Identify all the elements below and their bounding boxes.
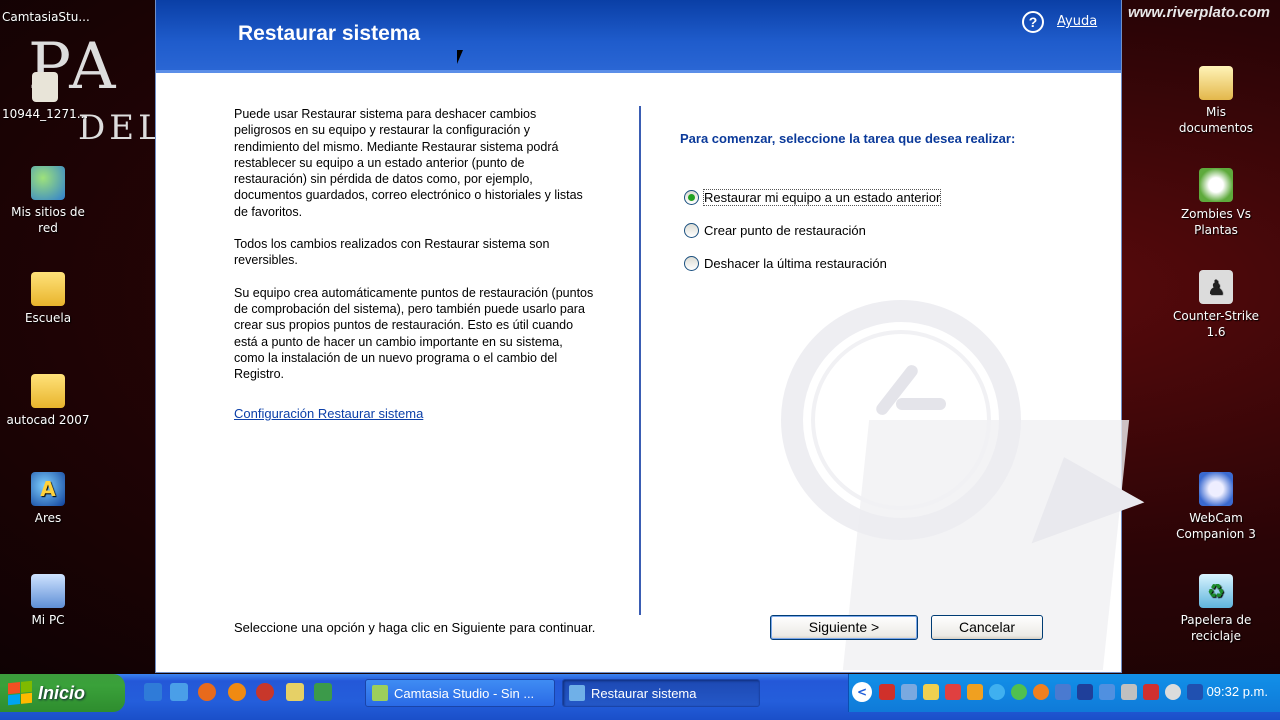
ares-icon: A	[31, 472, 65, 506]
counter-strike-icon: ♟	[1199, 270, 1233, 304]
radio-button[interactable]	[684, 256, 699, 271]
intro-paragraph: Todos los cambios realizados con Restaur…	[234, 237, 550, 268]
tray-app-icon[interactable]	[1187, 684, 1203, 700]
option-restore-earlier[interactable]: Restaurar mi equipo a un estado anterior	[684, 189, 942, 206]
task-camtasia[interactable]: Camtasia Studio - Sin ...	[365, 679, 555, 707]
task-restaurar-sistema[interactable]: Restaurar sistema	[562, 679, 760, 707]
folder-icon	[31, 374, 65, 408]
tray-alert-icon[interactable]	[1143, 684, 1159, 700]
option-undo-last[interactable]: Deshacer la última restauración	[684, 256, 887, 271]
radio-button[interactable]	[684, 190, 699, 205]
desktop-icon-label: Mis sitios de red	[11, 205, 85, 235]
tray-app-icon[interactable]	[1033, 684, 1049, 700]
desktop-icon-mis-documentos[interactable]: Mis documentos	[1168, 66, 1264, 136]
desktop-icon-escuela[interactable]: Escuela	[0, 272, 96, 326]
desktop-icon-webcam[interactable]: WebCam Companion 3	[1168, 472, 1264, 542]
wallpaper-brand: www.riverplato.com	[1128, 4, 1270, 21]
radio-button[interactable]	[684, 223, 699, 238]
tray-app-icon[interactable]	[1165, 684, 1181, 700]
desktop-file-icon[interactable]: 10944_1271...	[0, 72, 96, 122]
camtasia-icon	[372, 685, 388, 701]
footer-instruction: Seleccione una opción y haga clic en Sig…	[234, 620, 596, 635]
tray-app-icon[interactable]	[967, 684, 983, 700]
desktop-icon-mipc[interactable]: Mi PC	[0, 574, 96, 628]
desktop-icon-label: WebCam Companion 3	[1176, 511, 1256, 541]
computer-icon	[31, 574, 65, 608]
notepad-icon[interactable]	[286, 683, 304, 701]
webcam-icon	[1199, 472, 1233, 506]
window-header: Restaurar sistema ? Ayuda	[156, 0, 1121, 73]
watermark-clock-hand	[896, 398, 946, 410]
desktop-icon-label: Mis documentos	[1178, 105, 1254, 135]
image-file-icon	[32, 72, 58, 102]
ie-alt-icon[interactable]	[170, 683, 188, 701]
desktop-top-label[interactable]: CamtasiaStu...	[2, 10, 90, 24]
start-button[interactable]: Inicio	[0, 674, 125, 712]
firefox-icon[interactable]	[198, 683, 216, 701]
zombies-game-icon	[1199, 168, 1233, 202]
desktop-icon-label: Escuela	[24, 311, 72, 325]
red-app-icon[interactable]	[256, 683, 274, 701]
option-label: Crear punto de restauración	[704, 223, 866, 238]
tray-app-icon[interactable]	[1011, 684, 1027, 700]
windows-flag-icon	[8, 680, 32, 706]
desktop-icon-label: Zombies Vs Plantas	[1180, 207, 1252, 237]
system-restore-window: Restaurar sistema ? Ayuda Puede usar Res…	[155, 0, 1145, 673]
desktop-icon-autocad[interactable]: autocad 2007	[0, 374, 96, 428]
start-label: Inicio	[38, 682, 86, 703]
clock[interactable]: 09:32 p.m.	[1207, 684, 1268, 699]
network-globe-icon	[31, 166, 65, 200]
option-create-point[interactable]: Crear punto de restauración	[684, 223, 866, 238]
desktop-icon-recycle-bin[interactable]: ♻ Papelera de reciclaje	[1168, 574, 1264, 644]
documents-folder-icon	[1199, 66, 1233, 100]
tray-app-icon[interactable]	[945, 684, 961, 700]
task-label: Camtasia Studio - Sin ...	[394, 685, 535, 701]
orange-app-icon[interactable]	[228, 683, 246, 701]
tray-app-icon[interactable]	[901, 684, 917, 700]
next-button[interactable]: Siguiente >	[770, 615, 918, 640]
tray-app-icon[interactable]	[923, 684, 939, 700]
option-label: Restaurar mi equipo a un estado anterior	[702, 189, 942, 206]
desktop-file-label: 10944_1271...	[2, 107, 89, 121]
window-title: Restaurar sistema	[238, 22, 421, 45]
desktop-icon-zombies[interactable]: Zombies Vs Plantas	[1168, 168, 1264, 238]
system-restore-icon	[569, 685, 585, 701]
intro-paragraph: Puede usar Restaurar sistema para deshac…	[234, 107, 583, 219]
system-tray: < 09:32 p.m.	[848, 674, 1280, 712]
task-label: Restaurar sistema	[591, 685, 697, 701]
tray-app-icon[interactable]	[1055, 684, 1071, 700]
desktop-icon-label: Mi PC	[31, 613, 65, 627]
watermark-clock-face	[811, 330, 991, 510]
folder-icon	[31, 272, 65, 306]
tray-app-icon[interactable]	[879, 684, 895, 700]
desktop-icon-network[interactable]: Mis sitios de red	[0, 166, 96, 236]
desktop-icon-ares[interactable]: A Ares	[0, 472, 96, 526]
help-link[interactable]: Ayuda	[1057, 14, 1097, 29]
task-prompt: Para comenzar, seleccione la tarea que d…	[680, 131, 1016, 146]
tray-app-icon[interactable]	[989, 684, 1005, 700]
intro-paragraph: Su equipo crea automáticamente puntos de…	[234, 285, 594, 382]
config-restore-link[interactable]: Configuración Restaurar sistema	[234, 406, 423, 421]
recycle-bin-icon: ♻	[1199, 574, 1233, 608]
network-icon[interactable]	[1099, 684, 1115, 700]
taskbar: Inicio Camtasia Studio - Sin ... Restaur…	[0, 674, 1280, 720]
desktop-icon-label: Ares	[34, 511, 62, 525]
column-divider	[639, 106, 641, 615]
mouse-cursor-icon	[457, 50, 463, 64]
cancel-button[interactable]: Cancelar	[931, 615, 1043, 640]
intro-text: Puede usar Restaurar sistema para deshac…	[234, 106, 594, 398]
internet-explorer-icon[interactable]	[144, 683, 162, 701]
option-label: Deshacer la última restauración	[704, 256, 887, 271]
desktop-icon-label: autocad 2007	[6, 413, 90, 427]
spreadsheet-icon[interactable]	[314, 683, 332, 701]
desktop-icon-label: Papelera de reciclaje	[1180, 613, 1252, 643]
desktop-icon-label: Counter-Strike 1.6	[1172, 309, 1259, 339]
tray-app-icon[interactable]	[1077, 684, 1093, 700]
desktop-icon-counter-strike[interactable]: ♟ Counter-Strike 1.6	[1168, 270, 1264, 340]
help-icon[interactable]: ?	[1022, 11, 1044, 33]
volume-icon[interactable]	[1121, 684, 1137, 700]
tray-expand-icon[interactable]: <	[852, 682, 872, 702]
